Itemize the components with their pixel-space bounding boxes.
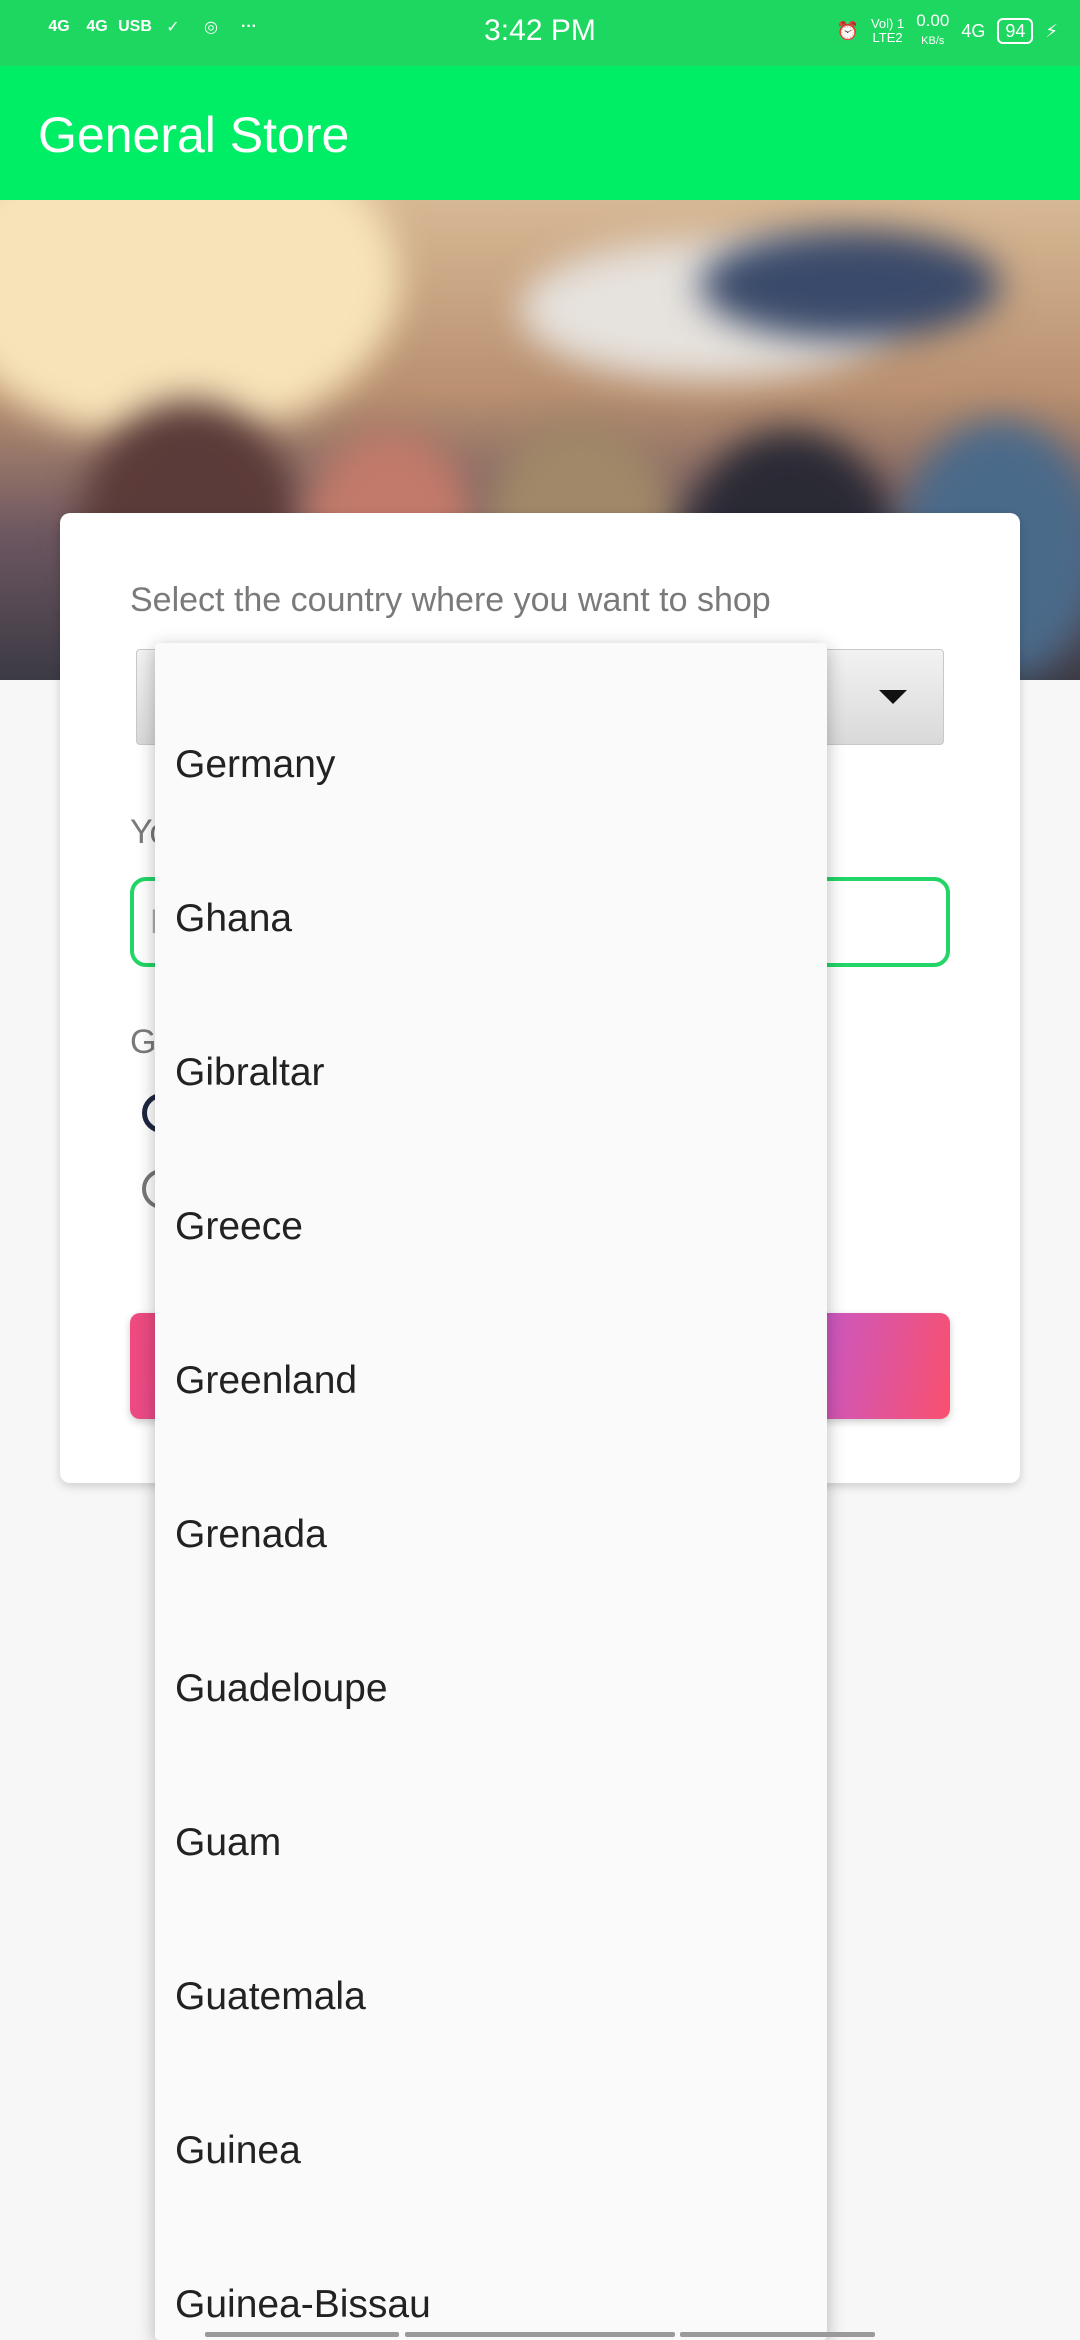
dropdown-item[interactable]: Guam: [175, 1821, 281, 1865]
gesture-bar: [0, 2332, 1080, 2340]
gesture-segment: [405, 2332, 675, 2337]
dropdown-item[interactable]: Gibraltar: [175, 1051, 325, 1095]
status-right-icons: ⏰ Vol) 1 LTE2 0.00 KB/s 4G 94 ⚡: [837, 12, 1058, 50]
app-bar: General Store: [0, 66, 1080, 200]
dropdown-item[interactable]: Greenland: [175, 1359, 357, 1403]
network-type: 4G: [961, 20, 986, 41]
net-speed: 0.00 KB/s: [916, 11, 950, 48]
dropdown-item[interactable]: Guatemala: [175, 1975, 366, 2019]
country-dropdown-list[interactable]: Germany Ghana Gibraltar Greece Greenland…: [155, 643, 827, 2340]
gender-label: G: [130, 1023, 157, 1061]
gesture-segment: [680, 2332, 875, 2337]
dropdown-arrow-icon: [879, 690, 907, 704]
app-title: General Store: [38, 107, 350, 163]
alarm-icon: ⏰: [836, 20, 859, 41]
country-label: Select the country where you want to sho…: [130, 581, 771, 619]
dropdown-item[interactable]: Guadeloupe: [175, 1667, 388, 1711]
dropdown-item[interactable]: Grenada: [175, 1513, 327, 1557]
dropdown-item[interactable]: Guinea: [175, 2129, 301, 2173]
status-bar: 4G 4G USB ✓ ◎ ··· 3:42 PM ⏰ Vol) 1 LTE2 0…: [0, 0, 1080, 66]
battery-icon: 94: [997, 18, 1034, 44]
gesture-segment: [205, 2332, 399, 2337]
charging-icon: ⚡: [1045, 20, 1058, 41]
volte-label: Vol) 1 LTE2: [870, 16, 905, 45]
dropdown-item[interactable]: Greece: [175, 1205, 303, 1249]
dropdown-item[interactable]: Germany: [175, 743, 335, 787]
dropdown-item[interactable]: Ghana: [175, 897, 292, 941]
dropdown-item[interactable]: Guinea-Bissau: [175, 2283, 431, 2327]
